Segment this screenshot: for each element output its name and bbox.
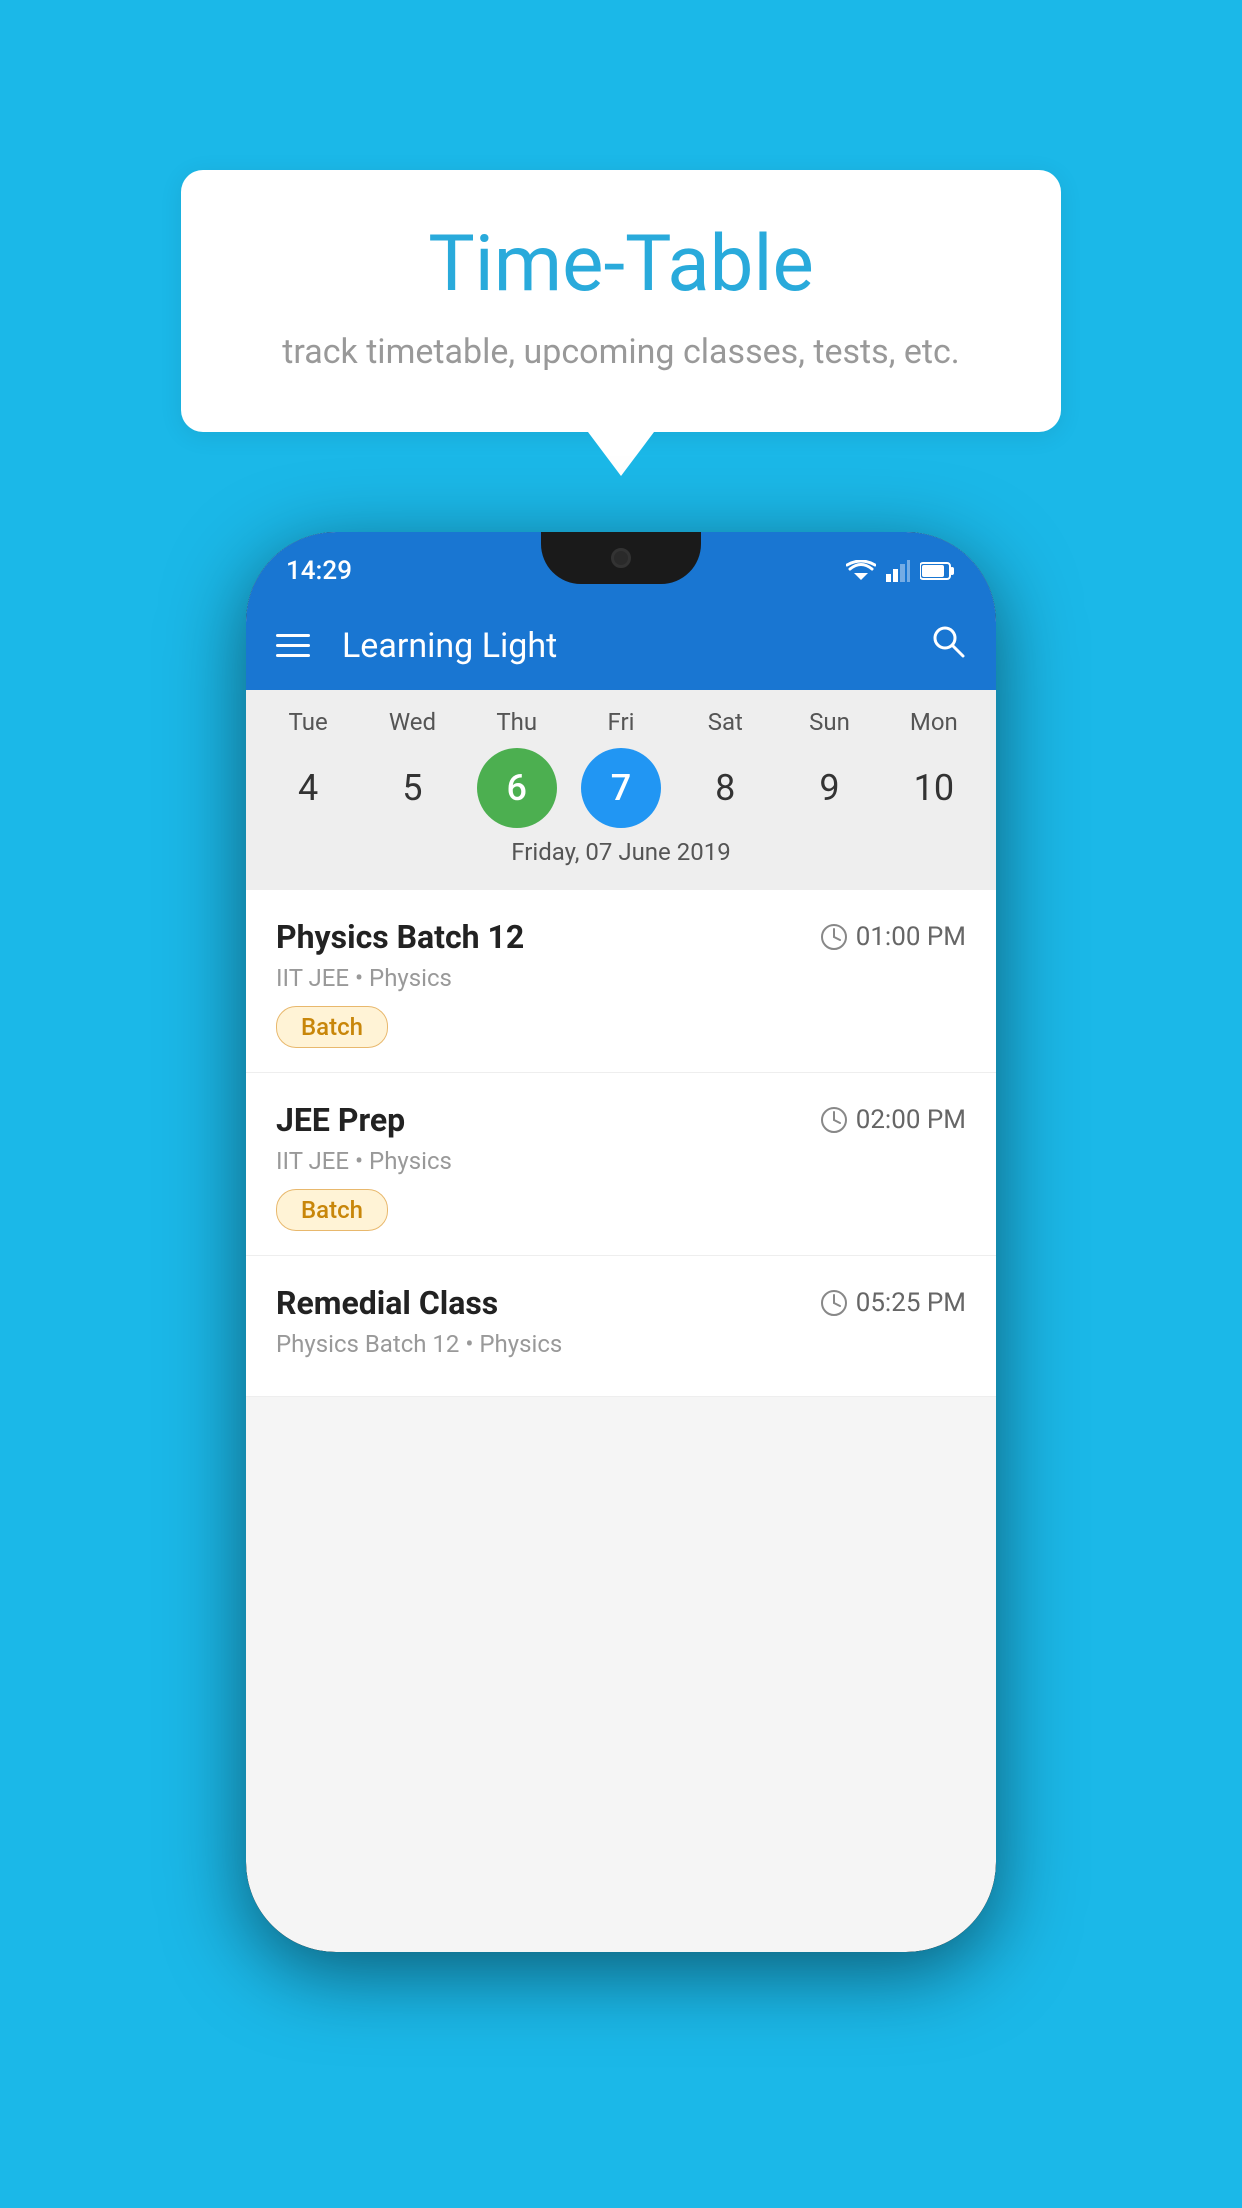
clock-icon-1	[820, 923, 848, 951]
day-number-6-today[interactable]: 6	[477, 748, 557, 828]
day-number-7-selected[interactable]: 7	[581, 748, 661, 828]
day-header-tue: Tue	[268, 708, 348, 736]
phone-frame: 14:29	[246, 532, 996, 1952]
status-icons	[846, 560, 956, 582]
schedule-meta-2: IIT JEE • Physics	[276, 1147, 966, 1175]
schedule-time-text-3: 05:25 PM	[856, 1288, 966, 1318]
hamburger-line-2	[276, 644, 310, 647]
tooltip-title: Time-Table	[241, 222, 1001, 308]
phone-mockup: 14:29	[246, 532, 996, 1952]
day-number-9[interactable]: 9	[790, 748, 870, 828]
day-headers: Tue Wed Thu Fri Sat Sun Mon	[246, 708, 996, 736]
schedule-time-text-2: 02:00 PM	[856, 1105, 966, 1135]
battery-icon	[920, 561, 956, 581]
tooltip-card: Time-Table track timetable, upcoming cla…	[181, 170, 1061, 432]
day-number-8[interactable]: 8	[685, 748, 765, 828]
camera-dot	[611, 548, 631, 568]
day-header-wed: Wed	[372, 708, 452, 736]
app-bar: Learning Light	[246, 602, 996, 690]
batch-badge-1: Batch	[276, 1006, 388, 1048]
day-number-5[interactable]: 5	[372, 748, 452, 828]
wifi-icon	[846, 560, 876, 582]
hamburger-line-1	[276, 634, 310, 637]
day-header-fri: Fri	[581, 708, 661, 736]
clock-icon-2	[820, 1106, 848, 1134]
schedule-item-top-2: JEE Prep 02:00 PM	[276, 1101, 966, 1139]
schedule-item-top-3: Remedial Class 05:25 PM	[276, 1284, 966, 1322]
day-header-mon: Mon	[894, 708, 974, 736]
hamburger-line-3	[276, 654, 310, 657]
schedule-item-2[interactable]: JEE Prep 02:00 PM IIT JEE • Physics Batc…	[246, 1073, 996, 1256]
schedule-meta-3: Physics Batch 12 • Physics	[276, 1330, 966, 1358]
schedule-title-1: Physics Batch 12	[276, 918, 524, 956]
hamburger-menu-button[interactable]	[276, 634, 310, 657]
search-button[interactable]	[930, 623, 966, 668]
schedule-item-top-1: Physics Batch 12 01:00 PM	[276, 918, 966, 956]
schedule-time-text-1: 01:00 PM	[856, 922, 966, 952]
schedule-time-3: 05:25 PM	[820, 1288, 966, 1318]
schedule-time-1: 01:00 PM	[820, 922, 966, 952]
tooltip-subtitle: track timetable, upcoming classes, tests…	[241, 332, 1001, 372]
schedule-time-2: 02:00 PM	[820, 1105, 966, 1135]
schedule-title-3: Remedial Class	[276, 1284, 498, 1322]
phone-notch	[541, 532, 701, 584]
app-title: Learning Light	[334, 626, 906, 666]
day-number-10[interactable]: 10	[894, 748, 974, 828]
phone-screen: 14:29	[246, 532, 996, 1952]
batch-badge-2: Batch	[276, 1189, 388, 1231]
day-header-sat: Sat	[685, 708, 765, 736]
schedule-title-2: JEE Prep	[276, 1101, 405, 1139]
status-time: 14:29	[286, 556, 352, 586]
schedule-list: Physics Batch 12 01:00 PM IIT JEE • Phys…	[246, 890, 996, 1397]
schedule-meta-1: IIT JEE • Physics	[276, 964, 966, 992]
calendar-strip: Tue Wed Thu Fri Sat Sun Mon 4 5 6 7 8 9 …	[246, 690, 996, 890]
day-number-4[interactable]: 4	[268, 748, 348, 828]
schedule-item-1[interactable]: Physics Batch 12 01:00 PM IIT JEE • Phys…	[246, 890, 996, 1073]
day-header-thu: Thu	[477, 708, 557, 736]
clock-icon-3	[820, 1289, 848, 1317]
signal-icon	[886, 560, 910, 582]
day-header-sun: Sun	[790, 708, 870, 736]
schedule-item-3[interactable]: Remedial Class 05:25 PM Physics Batch 12…	[246, 1256, 996, 1397]
selected-date-label: Friday, 07 June 2019	[246, 828, 996, 880]
day-numbers: 4 5 6 7 8 9 10	[246, 748, 996, 828]
